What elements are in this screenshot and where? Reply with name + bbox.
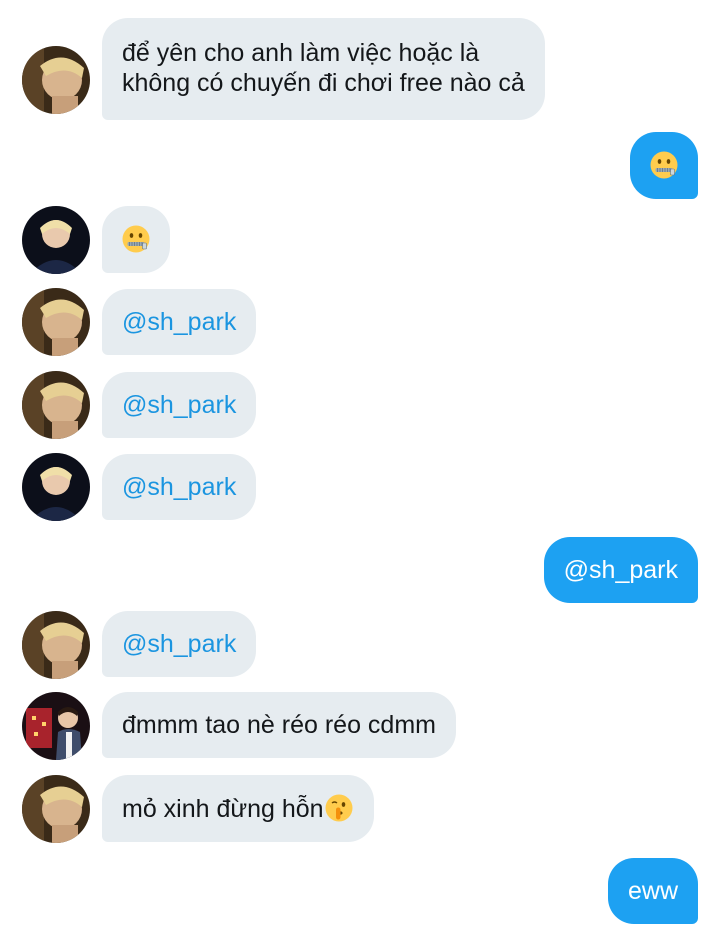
avatar[interactable] — [22, 46, 90, 114]
message-bubble[interactable]: đmmm tao nè réo réo cdmm — [102, 692, 456, 758]
message-bubble[interactable]: @sh_park — [102, 289, 257, 355]
message-text[interactable]: @sh_park — [564, 556, 678, 584]
message-bubble[interactable]: @sh_park — [102, 454, 257, 520]
avatar[interactable] — [22, 288, 90, 356]
message-bubble[interactable]: eww — [607, 858, 698, 924]
zipper-mouth-face-icon — [121, 224, 151, 254]
message-bubble[interactable]: mỏ xinh đừng hỗn — [102, 775, 374, 842]
message-text: không có chuyến đi chơi free nào cả — [122, 69, 525, 97]
message-text: mỏ xinh đừng hỗn — [122, 795, 324, 823]
message-bubble[interactable]: @sh_park — [102, 611, 257, 677]
avatar[interactable] — [22, 371, 90, 439]
message-text: đmmm tao nè réo réo cdmm — [122, 711, 436, 739]
mention-link[interactable]: @sh_park — [122, 473, 236, 501]
message-bubble[interactable]: để yên cho anh làm việc hoặc là không có… — [102, 18, 545, 120]
avatar[interactable] — [22, 775, 90, 843]
message-text[interactable]: eww — [628, 877, 678, 905]
message-bubble[interactable] — [102, 206, 170, 273]
message-bubble[interactable]: @sh_park — [102, 372, 257, 438]
conversation: để yên cho anh làm việc hoặc là không có… — [0, 0, 720, 926]
message-text: để yên cho anh làm việc hoặc là — [122, 39, 480, 67]
avatar[interactable] — [22, 206, 90, 274]
avatar[interactable] — [22, 692, 90, 760]
mention-link[interactable]: @sh_park — [122, 391, 236, 419]
avatar[interactable] — [22, 453, 90, 521]
mention-link[interactable]: @sh_park — [122, 308, 236, 336]
avatar[interactable] — [22, 611, 90, 679]
shushing-face-icon — [324, 793, 354, 823]
mention-link[interactable]: @sh_park — [122, 630, 236, 658]
message-bubble[interactable]: @sh_park — [543, 537, 698, 603]
message-bubble[interactable] — [630, 132, 698, 199]
zipper-mouth-face-icon — [649, 150, 679, 180]
